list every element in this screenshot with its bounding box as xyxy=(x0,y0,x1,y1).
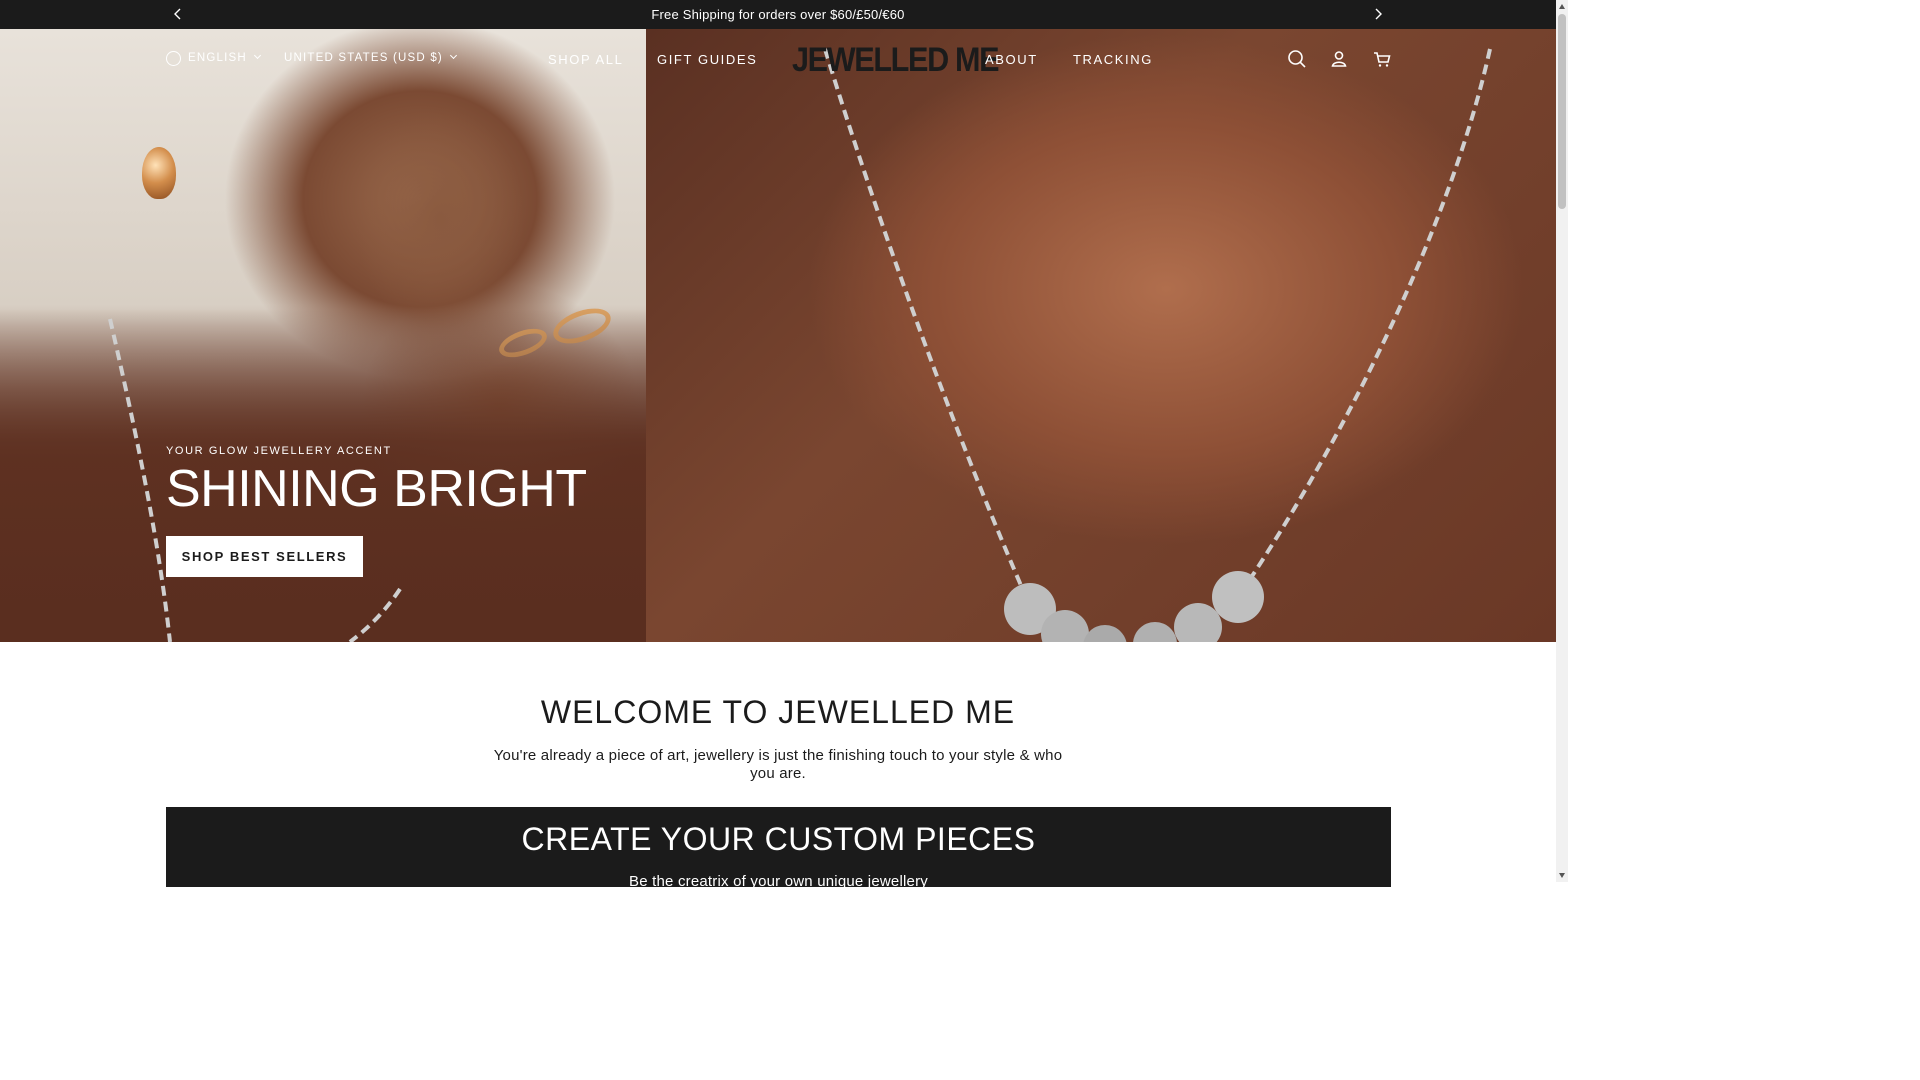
scrollbar-thumb[interactable] xyxy=(1558,14,1566,209)
page-scrollbar[interactable] xyxy=(1556,0,1568,882)
language-label: ENGLISH xyxy=(188,52,247,64)
site-header: ENGLISH UNITED STATES (USD $) SHOP ALL G… xyxy=(0,29,1556,89)
cart-icon[interactable] xyxy=(1372,49,1392,69)
hero-text-block: YOUR GLOW JEWELLERY ACCENT SHINING BRIGH… xyxy=(166,445,587,519)
hero-headline: SHINING BRIGHT xyxy=(166,460,587,518)
custom-pieces-section: CREATE YOUR CUSTOM PIECES Be the creatri… xyxy=(166,807,1391,890)
account-icon[interactable] xyxy=(1329,49,1349,69)
nav-about[interactable]: ABOUT xyxy=(985,52,1038,67)
chevron-down-icon xyxy=(253,51,261,60)
custom-title: CREATE YOUR CUSTOM PIECES xyxy=(521,821,1036,857)
custom-subtitle: Be the creatrix of your own unique jewel… xyxy=(629,873,928,890)
welcome-title: WELCOME TO JEWELLED ME xyxy=(540,694,1016,730)
announcement-message: Free Shipping for orders over $60/£50/€6… xyxy=(651,7,905,22)
scroll-up-icon[interactable] xyxy=(1559,4,1565,9)
hero-banner: YOUR GLOW JEWELLERY ACCENT SHINING BRIGH… xyxy=(0,29,1556,642)
country-label: UNITED STATES (USD $) xyxy=(284,52,443,64)
nav-tracking[interactable]: TRACKING xyxy=(1073,52,1153,67)
language-selector[interactable]: ENGLISH xyxy=(188,51,261,64)
chevron-right-icon[interactable] xyxy=(1370,6,1386,22)
nav-shop-all[interactable]: SHOP ALL xyxy=(548,52,623,67)
shop-best-sellers-button[interactable]: SHOP BEST SELLERS xyxy=(166,536,363,577)
country-selector[interactable]: UNITED STATES (USD $) xyxy=(284,51,457,64)
search-icon[interactable] xyxy=(1287,49,1307,69)
chevron-down-icon xyxy=(449,51,457,60)
globe-icon xyxy=(166,51,181,66)
hero-eyebrow: YOUR GLOW JEWELLERY ACCENT xyxy=(166,445,392,457)
site-logo[interactable]: JEWELLED ME xyxy=(792,41,1000,80)
welcome-text: You're already a piece of art, jewellery… xyxy=(493,747,1063,782)
scroll-down-icon[interactable] xyxy=(1559,873,1565,878)
announcement-bar: Free Shipping for orders over $60/£50/€6… xyxy=(0,0,1556,29)
nav-gift-guides[interactable]: GIFT GUIDES xyxy=(657,52,757,67)
